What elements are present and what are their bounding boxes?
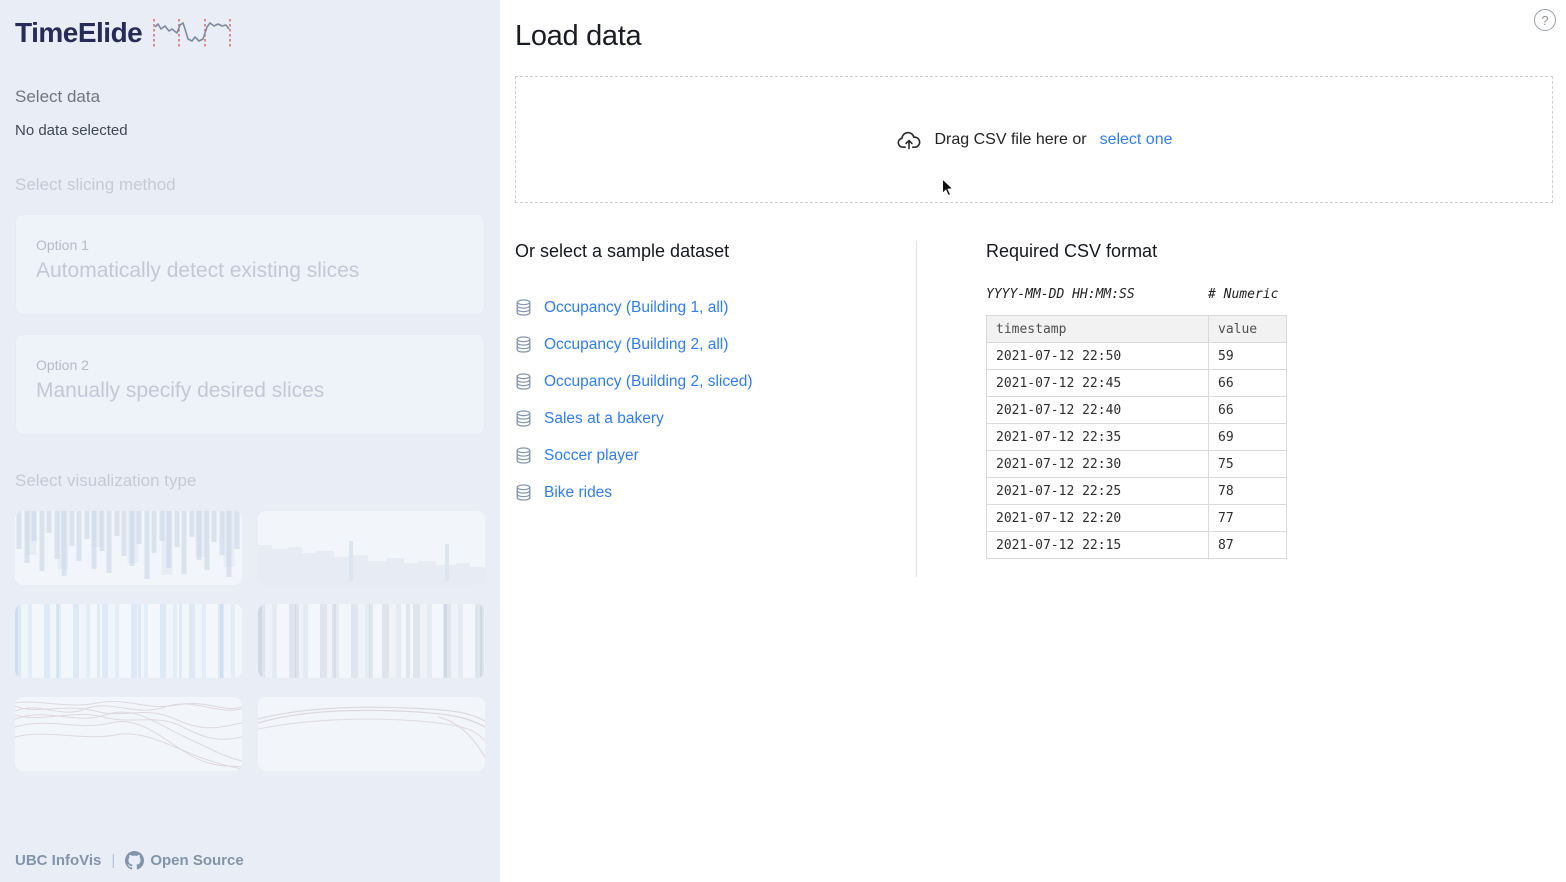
open-source-link[interactable]: Open Source bbox=[125, 851, 243, 870]
viz-thumb-stripes-gray[interactable] bbox=[258, 604, 485, 678]
value-cell: 78 bbox=[1209, 478, 1287, 505]
help-icon: ? bbox=[1541, 13, 1548, 28]
sidebar: TimeElide Select data No data selected S… bbox=[0, 0, 500, 882]
footer-separator: | bbox=[111, 852, 115, 869]
no-data-status: No data selected bbox=[15, 122, 485, 139]
table-row: 2021-07-12 22:2077 bbox=[987, 505, 1287, 532]
dataset-link-soccer-player[interactable]: Soccer player bbox=[515, 437, 916, 474]
slicing-method-heading: Select slicing method bbox=[15, 175, 485, 195]
sample-datasets-section: Or select a sample dataset Occupancy (Bu… bbox=[515, 241, 917, 577]
value-column-header: value bbox=[1209, 316, 1287, 343]
option-kicker: Option 1 bbox=[36, 237, 464, 253]
viz-type-grid bbox=[15, 511, 485, 771]
dataset-link-occupancy-b1-all[interactable]: Occupancy (Building 1, all) bbox=[515, 289, 916, 326]
logo: TimeElide bbox=[15, 17, 485, 49]
dataset-link-bike-rides[interactable]: Bike rides bbox=[515, 474, 916, 511]
database-icon bbox=[515, 299, 532, 316]
value-cell: 69 bbox=[1209, 424, 1287, 451]
timestamp-cell: 2021-07-12 22:20 bbox=[987, 505, 1209, 532]
database-icon bbox=[515, 447, 532, 464]
sidebar-footer: UBC InfoVis | Open Source bbox=[15, 851, 244, 870]
github-icon bbox=[125, 851, 144, 870]
format-hints: YYYY-MM-DD HH:MM:SS # Numeric bbox=[986, 287, 1287, 303]
value-cell: 75 bbox=[1209, 451, 1287, 478]
database-icon bbox=[515, 373, 532, 390]
dataset-label: Soccer player bbox=[544, 447, 639, 465]
table-row: 2021-07-12 22:2578 bbox=[987, 478, 1287, 505]
csv-dropzone[interactable]: Drag CSV file here or select one bbox=[515, 76, 1553, 203]
table-row: 2021-07-12 22:4566 bbox=[987, 370, 1287, 397]
ubc-infovis-link[interactable]: UBC InfoVis bbox=[15, 852, 101, 869]
table-row: 2021-07-12 22:3569 bbox=[987, 424, 1287, 451]
option-title: Automatically detect existing slices bbox=[36, 259, 464, 283]
timestamp-cell: 2021-07-12 22:40 bbox=[987, 397, 1209, 424]
table-row: 2021-07-12 22:4066 bbox=[987, 397, 1287, 424]
select-file-link[interactable]: select one bbox=[1100, 131, 1173, 149]
dataset-label: Sales at a bakery bbox=[544, 410, 664, 428]
timestamp-format-hint: YYYY-MM-DD HH:MM:SS bbox=[986, 287, 1135, 302]
value-cell: 59 bbox=[1209, 343, 1287, 370]
csv-format-heading: Required CSV format bbox=[986, 241, 1287, 262]
database-icon bbox=[515, 336, 532, 353]
table-header-row: timestamp value bbox=[987, 316, 1287, 343]
csv-example-table: timestamp value 2021-07-12 22:5059 2021-… bbox=[986, 315, 1287, 559]
value-cell: 66 bbox=[1209, 397, 1287, 424]
sample-datasets-heading: Or select a sample dataset bbox=[515, 241, 916, 262]
open-source-label: Open Source bbox=[150, 852, 243, 869]
value-format-hint: # Numeric bbox=[1208, 287, 1278, 302]
value-cell: 66 bbox=[1209, 370, 1287, 397]
option-kicker: Option 2 bbox=[36, 357, 464, 373]
value-cell: 87 bbox=[1209, 532, 1287, 559]
timestamp-cell: 2021-07-12 22:35 bbox=[987, 424, 1209, 451]
timestamp-cell: 2021-07-12 22:45 bbox=[987, 370, 1209, 397]
timestamp-cell: 2021-07-12 22:15 bbox=[987, 532, 1209, 559]
logo-text: TimeElide bbox=[15, 17, 142, 49]
upload-cloud-icon bbox=[896, 127, 922, 153]
slicing-option-auto-card[interactable]: Option 1 Automatically detect existing s… bbox=[15, 214, 485, 315]
dataset-link-bakery-sales[interactable]: Sales at a bakery bbox=[515, 400, 916, 437]
viz-thumb-superimposed-bars[interactable] bbox=[15, 511, 242, 585]
option-title: Manually specify desired slices bbox=[36, 379, 464, 403]
viz-type-heading: Select visualization type bbox=[15, 471, 485, 491]
slicing-option-manual-card[interactable]: Option 2 Manually specify desired slices bbox=[15, 334, 485, 435]
viz-thumb-superimposed-lines[interactable] bbox=[15, 697, 242, 771]
database-icon bbox=[515, 484, 532, 501]
dataset-link-occupancy-b2-all[interactable]: Occupancy (Building 2, all) bbox=[515, 326, 916, 363]
help-button[interactable]: ? bbox=[1534, 9, 1556, 31]
dataset-link-occupancy-b2-sliced[interactable]: Occupancy (Building 2, sliced) bbox=[515, 363, 916, 400]
timeelide-app: TimeElide Select data No data selected S… bbox=[0, 0, 1566, 882]
dropzone-text: Drag CSV file here or bbox=[935, 131, 1087, 149]
table-row: 2021-07-12 22:5059 bbox=[987, 343, 1287, 370]
select-data-heading: Select data bbox=[15, 87, 485, 107]
value-cell: 77 bbox=[1209, 505, 1287, 532]
dataset-list: Occupancy (Building 1, all) Occupancy (B… bbox=[515, 289, 916, 511]
table-row: 2021-07-12 22:3075 bbox=[987, 451, 1287, 478]
lower-columns: Or select a sample dataset Occupancy (Bu… bbox=[515, 241, 1553, 577]
page-title: Load data bbox=[515, 20, 1553, 53]
timestamp-cell: 2021-07-12 22:25 bbox=[987, 478, 1209, 505]
dataset-label: Bike rides bbox=[544, 484, 612, 502]
timestamp-column-header: timestamp bbox=[987, 316, 1209, 343]
viz-thumb-aggregate-band[interactable] bbox=[258, 697, 485, 771]
viz-thumb-aggregate-skyline[interactable] bbox=[258, 511, 485, 585]
dataset-label: Occupancy (Building 2, all) bbox=[544, 336, 728, 354]
table-row: 2021-07-12 22:1587 bbox=[987, 532, 1287, 559]
logo-sliced-timeline-icon bbox=[152, 17, 232, 49]
viz-thumb-stripes-blue[interactable] bbox=[15, 604, 242, 678]
dataset-label: Occupancy (Building 1, all) bbox=[544, 299, 728, 317]
csv-format-section: Required CSV format YYYY-MM-DD HH:MM:SS … bbox=[917, 241, 1287, 577]
timestamp-cell: 2021-07-12 22:50 bbox=[987, 343, 1209, 370]
timestamp-cell: 2021-07-12 22:30 bbox=[987, 451, 1209, 478]
main-content: Load data Drag CSV file here or select o… bbox=[500, 0, 1566, 882]
database-icon bbox=[515, 410, 532, 427]
ubc-infovis-label: UBC InfoVis bbox=[15, 852, 101, 869]
dataset-label: Occupancy (Building 2, sliced) bbox=[544, 373, 753, 391]
